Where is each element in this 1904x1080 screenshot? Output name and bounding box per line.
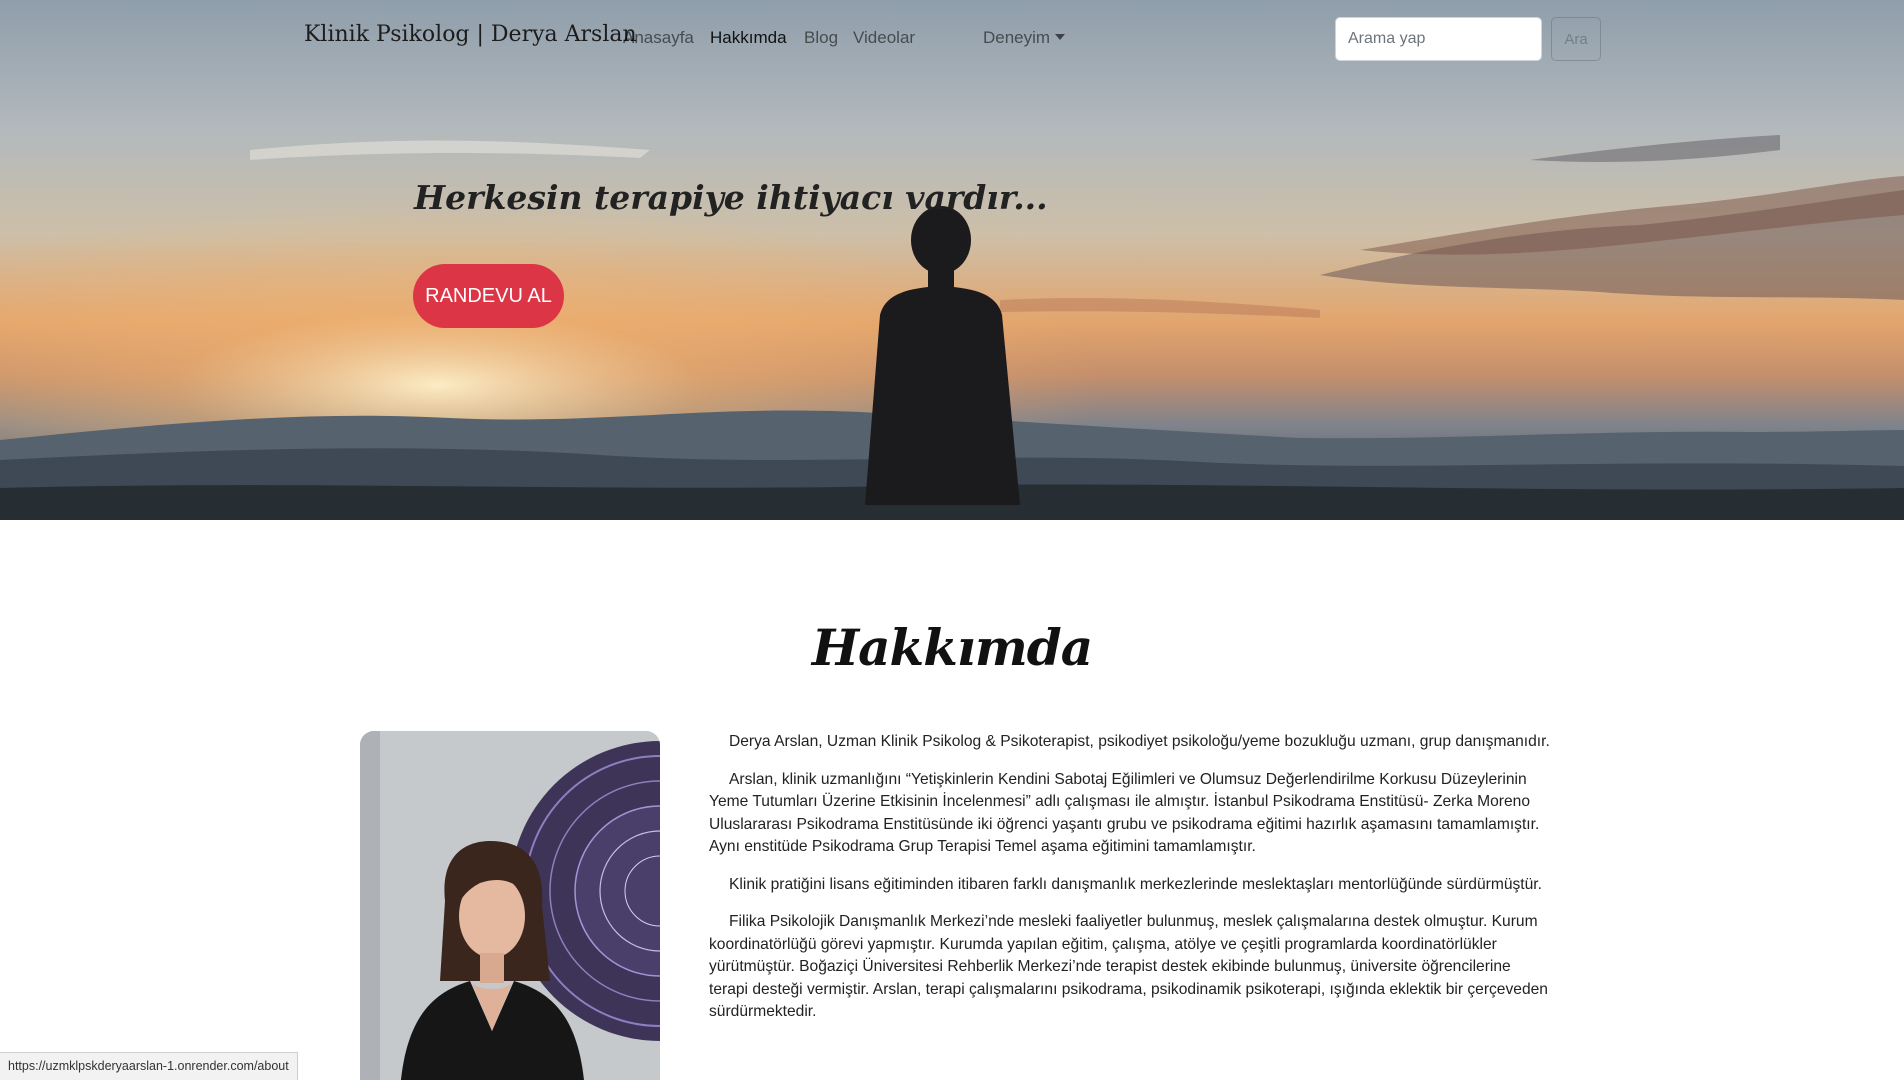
about-text: Derya Arslan, Uzman Klinik Psikolog & Ps… xyxy=(709,731,1551,1039)
hero-banner xyxy=(0,0,1904,520)
nav-link-blog[interactable]: Blog xyxy=(804,28,838,48)
brand-logo[interactable]: Klinik Psikolog | Derya Arslan xyxy=(304,22,637,47)
hero-tagline: Herkesin terapiye ihtiyacı vardır... xyxy=(414,178,1048,217)
dropdown-label: Deneyim xyxy=(983,28,1051,47)
top-navbar: Klinik Psikolog | Derya Arslan Anasayfa … xyxy=(0,0,1904,78)
about-paragraph: Klinik pratiğini lisans eğitiminden itib… xyxy=(729,875,1542,893)
caret-down-icon xyxy=(1055,34,1066,40)
search-input[interactable] xyxy=(1335,17,1542,61)
nav-link-videolar[interactable]: Videolar xyxy=(853,28,915,48)
search-button[interactable]: Ara xyxy=(1551,17,1601,61)
section-title-about: Hakkımda xyxy=(811,618,1093,677)
nav-link-anasayfa[interactable]: Anasayfa xyxy=(623,28,694,48)
about-paragraph: Filika Psikolojik Danışmanlık Merkezi’nd… xyxy=(709,913,1548,1020)
about-paragraph: Derya Arslan, Uzman Klinik Psikolog & Ps… xyxy=(729,733,1550,750)
about-paragraph: Arslan, klinik uzmanlığını “Yetişkinleri… xyxy=(709,770,1540,856)
appointment-button[interactable]: RANDEVU AL xyxy=(413,264,564,328)
nav-link-hakkimda[interactable]: Hakkımda xyxy=(710,28,787,48)
profile-photo xyxy=(360,731,660,1080)
link-preview-status-bar: https://uzmklpskderyaarslan-1.onrender.c… xyxy=(0,1052,298,1080)
hero-landscape-image xyxy=(0,0,1904,520)
nav-dropdown-deneyim[interactable]: Deneyim xyxy=(983,28,1066,48)
